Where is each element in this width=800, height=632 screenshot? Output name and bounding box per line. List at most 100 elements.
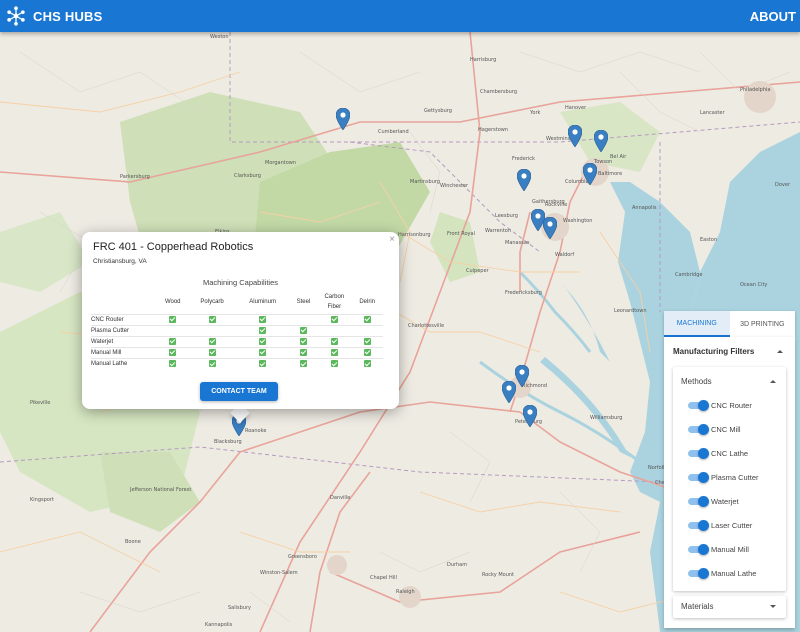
place-label: Waldorf: [555, 252, 575, 258]
column-header: Delrin: [359, 298, 375, 305]
method-toggle-label: CNC Router: [711, 401, 752, 410]
toggle-switch[interactable]: [688, 520, 709, 531]
expand-materials-icon[interactable]: [770, 605, 776, 608]
location-pin-icon[interactable]: [523, 405, 537, 427]
checkbox-checked-icon: [169, 315, 177, 323]
checkbox-checked-icon: [363, 360, 371, 368]
checkbox-checked-icon: [299, 360, 307, 368]
method-toggle-row[interactable]: Manual Mill: [673, 542, 786, 558]
place-label: Annapolis: [632, 205, 657, 211]
method-toggle-label: Manual Mill: [711, 545, 749, 554]
column-header: Polycarb: [200, 298, 224, 305]
location-pin-icon[interactable]: [336, 108, 350, 130]
capability-cell: [351, 313, 383, 325]
location-pin-icon[interactable]: [517, 169, 531, 191]
collapse-filters-icon[interactable]: [777, 350, 783, 353]
location-pin-icon[interactable]: [568, 125, 582, 147]
collapse-methods-icon[interactable]: [770, 380, 776, 383]
checkbox-checked-icon: [330, 360, 338, 368]
toggle-switch[interactable]: [688, 400, 709, 411]
hub-network-icon[interactable]: [5, 5, 27, 27]
location-pin-icon[interactable]: [594, 130, 608, 152]
location-pin-icon[interactable]: [543, 217, 557, 239]
method-label: CNC Router: [91, 313, 157, 325]
method-toggle-row[interactable]: CNC Lathe: [673, 446, 786, 462]
toggle-switch[interactable]: [688, 424, 709, 435]
app-title[interactable]: CHS HUBS: [33, 9, 103, 24]
place-label: Baltimore: [598, 171, 623, 177]
place-label: Boone: [125, 539, 141, 545]
place-label: Cambridge: [675, 272, 703, 278]
method-toggle-row[interactable]: CNC Router: [673, 398, 786, 414]
capability-cell: [317, 346, 352, 358]
tab-3d-printing[interactable]: 3D PRINTING: [730, 311, 796, 337]
method-label: Manual Mill: [91, 346, 157, 358]
place-label: Ocean City: [740, 282, 768, 288]
capability-cell: [351, 324, 383, 336]
popup-close-button[interactable]: ×: [389, 234, 395, 245]
method-toggle-label: Waterjet: [711, 497, 739, 506]
capability-cell: [235, 324, 290, 336]
method-toggle-row[interactable]: CNC Mill: [673, 422, 786, 438]
place-label: Philadelphia: [740, 87, 771, 93]
method-toggle-row[interactable]: Plasma Cutter: [673, 470, 786, 486]
method-toggle-row[interactable]: Waterjet: [673, 494, 786, 510]
checkbox-checked-icon: [330, 315, 338, 323]
place-label: Rocky Mount: [482, 572, 514, 578]
method-toggle-row[interactable]: Laser Cutter: [673, 518, 786, 534]
place-label: Salisbury: [228, 605, 251, 611]
capability-cell: [188, 346, 236, 358]
capability-cell: [317, 335, 352, 347]
place-label: Greensboro: [288, 554, 317, 560]
place-label: Rockville: [545, 202, 568, 208]
filters-heading[interactable]: Manufacturing Filters: [673, 347, 754, 356]
place-label: Kannapolis: [205, 622, 233, 628]
place-label: Harrisburg: [470, 57, 497, 63]
place-label: Fredericksburg: [505, 290, 542, 296]
method-toggle-label: Manual Lathe: [711, 569, 757, 578]
capability-cell: [289, 346, 318, 358]
toggle-switch[interactable]: [688, 544, 709, 555]
about-link[interactable]: ABOUT: [750, 9, 796, 24]
capability-cell: [289, 357, 318, 369]
contact-team-button[interactable]: CONTACT TEAM: [200, 382, 278, 401]
capability-cell: [289, 335, 318, 347]
place-label: Roanoke: [245, 428, 267, 434]
place-label: Cumberland: [378, 129, 409, 135]
place-label: Martinsburg: [410, 179, 441, 185]
checkbox-checked-icon: [208, 315, 216, 323]
table-corner: [91, 290, 157, 314]
place-label: Dover: [775, 182, 790, 188]
place-label: Washington: [563, 218, 593, 224]
method-label: Waterjet: [91, 335, 157, 347]
place-label: Weston: [210, 34, 229, 40]
place-label: Easton: [700, 237, 718, 243]
method-toggle-row[interactable]: Manual Lathe: [673, 566, 786, 582]
tab-machining[interactable]: MACHINING: [664, 311, 730, 337]
method-label: Manual Lathe: [91, 357, 157, 369]
capability-cell: [289, 324, 318, 336]
toggle-switch[interactable]: [688, 472, 709, 483]
place-label: Warrenton: [485, 228, 512, 234]
materials-heading[interactable]: Materials: [681, 602, 713, 611]
location-pin-icon[interactable]: [515, 365, 529, 387]
table-row: Plasma Cutter: [91, 324, 383, 336]
materials-card[interactable]: Materials: [673, 596, 786, 618]
location-pin-icon[interactable]: [502, 381, 516, 403]
place-label: Bel Air: [610, 154, 627, 160]
place-label: Front Royal: [447, 231, 475, 237]
checkbox-checked-icon: [363, 315, 371, 323]
place-label: Harrisonburg: [398, 232, 431, 238]
app-header: CHS HUBS ABOUT: [0, 0, 800, 32]
table-row: Waterjet: [91, 335, 383, 347]
capability-cell: [157, 313, 189, 325]
checkbox-checked-icon: [208, 360, 216, 368]
toggle-switch[interactable]: [688, 568, 709, 579]
checkbox-checked-icon: [363, 337, 371, 345]
toggle-switch[interactable]: [688, 448, 709, 459]
methods-heading[interactable]: Methods: [681, 377, 712, 386]
toggle-switch[interactable]: [688, 496, 709, 507]
method-toggle-label: CNC Lathe: [711, 449, 749, 458]
place-label: Frederick: [512, 156, 535, 162]
location-pin-icon[interactable]: [583, 163, 597, 185]
